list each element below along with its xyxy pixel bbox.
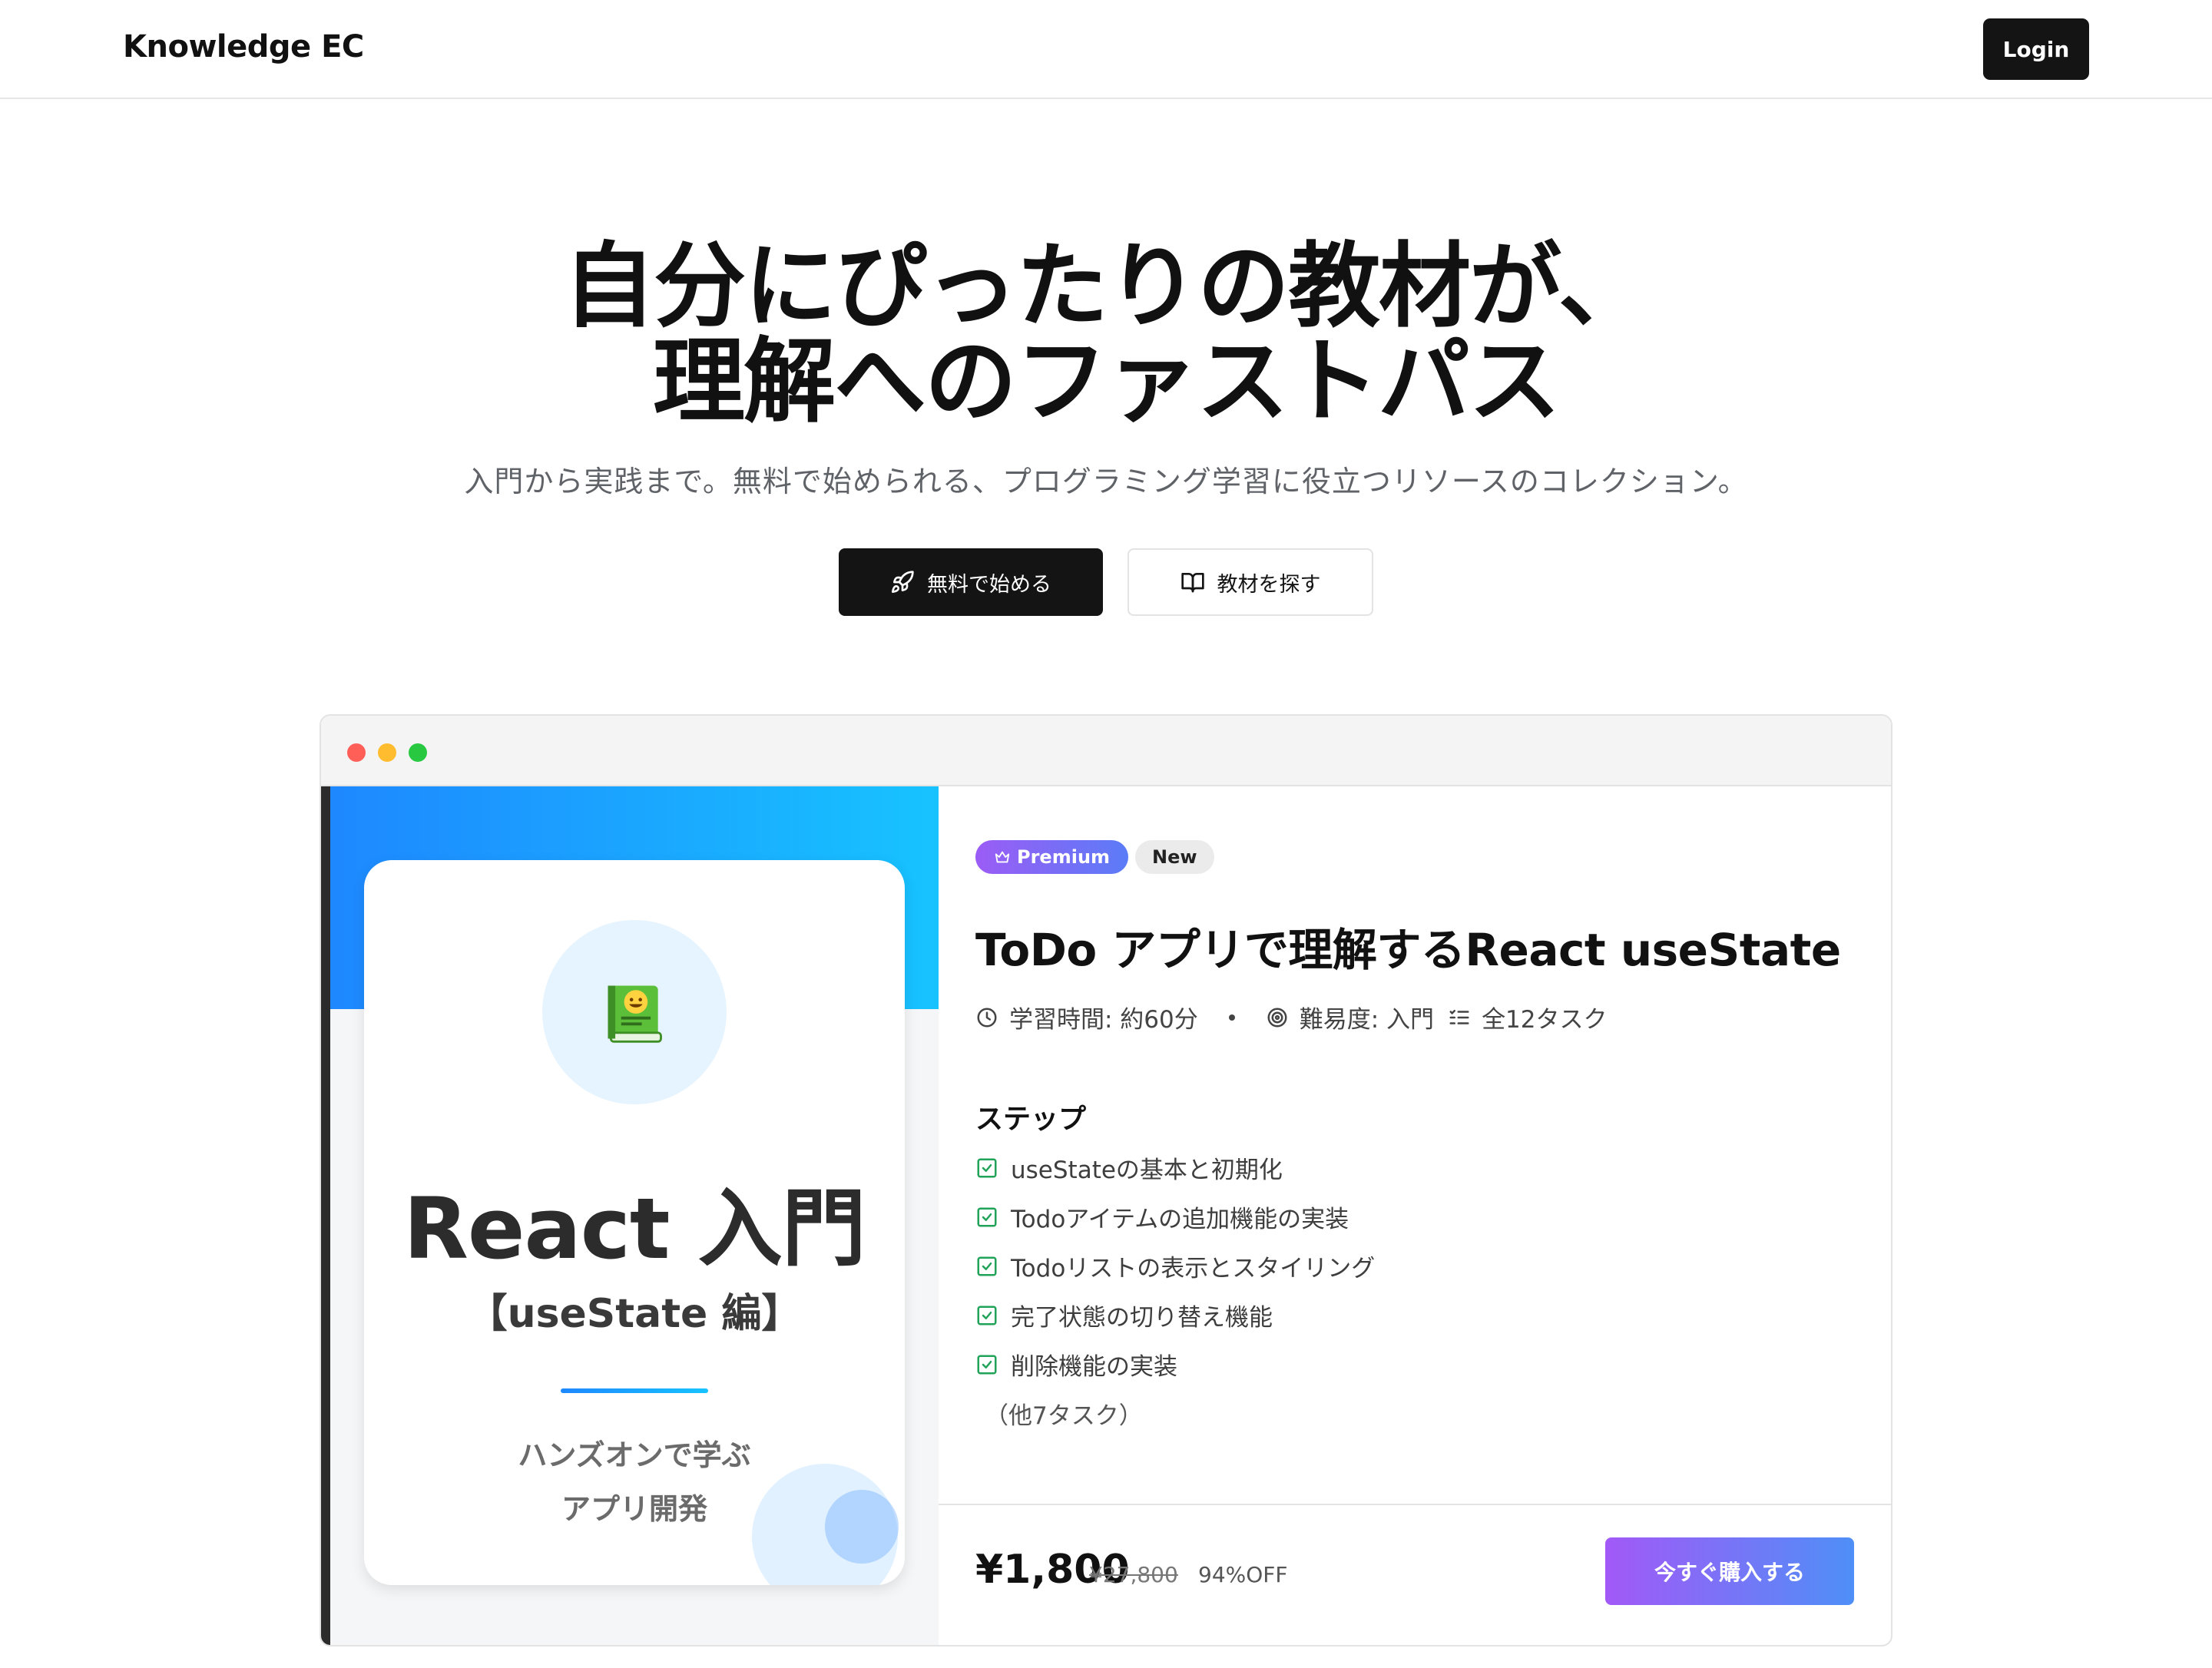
site-header: Knowledge EC Login (0, 0, 2212, 99)
decorative-bubble-small (825, 1490, 899, 1564)
premium-badge: Premium (975, 840, 1129, 874)
open-book-icon (1181, 573, 1204, 593)
course-title: ToDo アプリで理解するReact useState (975, 924, 1841, 976)
premium-badge-label: Premium (1017, 846, 1111, 868)
more-tasks-note: （他7タスク） (985, 1402, 1143, 1430)
new-badge: New (1135, 840, 1214, 874)
hero-subtitle: 入門から実践まで。無料で始められる、プログラミング学習に役立つリソースのコレクシ… (464, 465, 1748, 498)
duration-meta: 学習時間: 約60分 (975, 1000, 1198, 1034)
cover-spine (321, 786, 330, 1645)
site-logo[interactable]: Knowledge EC (123, 29, 364, 65)
start-free-label: 無料で始める (927, 572, 1051, 597)
checkbox-checked-icon (977, 1207, 997, 1226)
steps-heading: ステップ (975, 1104, 1087, 1135)
step-item: 完了状態の切り替え機能 (975, 1298, 1273, 1332)
tasks-meta: 全12タスク (1448, 1000, 1608, 1034)
crown-icon (995, 851, 1010, 863)
start-free-button[interactable]: 無料で始める (839, 548, 1103, 616)
step-item: Todoアイテムの追加機能の実装 (975, 1200, 1349, 1234)
cover-title: React 入門 (403, 1180, 866, 1278)
course-preview-window: React 入門 【useState 編】 ハンズオンで学ぶ アプリ開発 Pre… (320, 714, 1892, 1646)
browse-materials-button[interactable]: 教材を探す (1128, 548, 1373, 616)
clock-icon (977, 1008, 997, 1027)
cover-subtitle: 【useState 編】 (467, 1291, 802, 1337)
hero-title: 自分にぴったりの教材が、 理解へのファストパス (0, 240, 2212, 430)
window-minimize-dot (378, 743, 396, 762)
rocket-icon (892, 571, 914, 593)
browse-materials-label: 教材を探す (1217, 572, 1321, 597)
cover-card: React 入門 【useState 編】 ハンズオンで学ぶ アプリ開発 (364, 860, 905, 1585)
checkbox-checked-icon (977, 1355, 997, 1374)
difficulty-meta: 難易度: 入門 (1266, 1000, 1434, 1034)
duration-text: 学習時間: 約60分 (1009, 1006, 1198, 1034)
course-cover: React 入門 【useState 編】 ハンズオンで学ぶ アプリ開発 (321, 786, 939, 1645)
course-details: Premium New ToDo アプリで理解するReact useState … (939, 786, 1891, 1645)
list-icon (1449, 1009, 1469, 1024)
window-titlebar (321, 716, 1891, 786)
step-label: 削除機能の実装 (1011, 1353, 1177, 1381)
discount-label: 94%OFF (1198, 1562, 1288, 1587)
tasks-text: 全12タスク (1482, 1006, 1608, 1034)
window-close-dot (347, 743, 366, 762)
checkbox-checked-icon (977, 1306, 997, 1325)
hero-title-line1: 自分にぴったりの教材が、 (563, 233, 1651, 340)
step-item: Todoリストの表示とスタイリング (975, 1249, 1375, 1283)
window-maximize-dot (409, 743, 427, 762)
step-item: 削除機能の実装 (975, 1347, 1177, 1382)
step-label: 完了状態の切り替え機能 (1011, 1304, 1273, 1332)
step-item: useStateの基本と初期化 (975, 1150, 1283, 1185)
original-price: ¥27,800 (1089, 1562, 1178, 1587)
hero-title-line2: 理解へのファストパス (653, 329, 1561, 435)
difficulty-text: 難易度: 入門 (1299, 1006, 1435, 1034)
step-label: useStateの基本と初期化 (1011, 1157, 1283, 1184)
checkbox-checked-icon (977, 1158, 997, 1177)
login-button[interactable]: Login (1983, 18, 2089, 80)
course-meta: 学習時間: 約60分 難易度: 入門 全12タスク (975, 1000, 1608, 1034)
cover-icon-circle (542, 920, 727, 1104)
book-emoji-icon (608, 985, 662, 1043)
target-icon (1267, 1008, 1287, 1027)
step-label: Todoリストの表示とスタイリング (1011, 1255, 1376, 1282)
meta-separator-dot (1228, 1014, 1235, 1021)
checkbox-checked-icon (977, 1256, 997, 1276)
step-label: Todoアイテムの追加機能の実装 (1011, 1206, 1349, 1233)
buy-now-button[interactable]: 今すぐ購入する (1605, 1537, 1854, 1605)
cover-divider (561, 1388, 708, 1393)
price-divider (939, 1504, 1891, 1505)
